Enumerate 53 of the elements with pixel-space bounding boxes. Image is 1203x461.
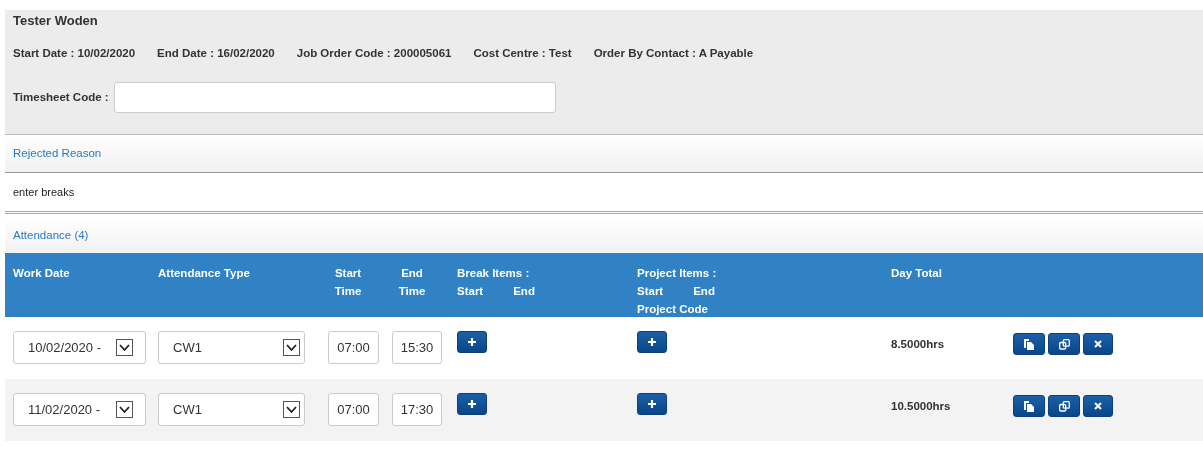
time-input[interactable]: 07:00 [328,331,379,364]
plus-icon [648,338,656,346]
column-header: Work Date [13,266,71,281]
duplicate-button[interactable] [1048,333,1080,355]
time-input[interactable]: 07:00 [328,393,379,426]
column-subheader: Start [457,284,484,299]
section-title[interactable]: Attendance (4) [13,226,89,245]
time-input[interactable]: 15:30 [392,331,442,364]
copy-icon [1024,338,1034,350]
column-subheader: End [693,284,715,299]
column-header: Attendance Type [158,266,251,281]
delete-button[interactable] [1083,395,1113,417]
detail-text: End Date : 16/02/2020 [157,45,275,61]
detail-text: Order By Contact : A Payable [593,45,754,61]
date-select[interactable]: 10/02/2020 - [13,331,146,364]
column-subheader: Start [637,284,664,299]
column-header: Start Time [333,266,363,299]
day-total: 10.5000hrs [891,399,952,414]
detail-text: Start Date : 10/02/2020 [13,45,136,61]
day-total: 8.5000hrs [891,337,946,352]
plus-icon [468,400,476,408]
plus-icon [468,338,476,346]
duplicate-button[interactable] [1048,395,1080,417]
add-project-button[interactable] [637,331,667,353]
column-header: Break Items : [457,266,531,281]
column-header: End Time [397,266,427,299]
add-break-button[interactable] [457,331,487,353]
column-header: Day Total [891,266,943,281]
input-field[interactable] [113,81,556,113]
copy-button[interactable] [1013,395,1045,417]
close-icon [1094,402,1102,410]
add-project-button[interactable] [637,393,667,415]
type-select[interactable]: CW1 [158,331,305,364]
copy-button[interactable] [1013,333,1045,355]
worker-name: Tester Woden [13,12,99,30]
duplicate-icon [1058,400,1070,412]
detail-text: Cost Centre : Test [473,45,572,61]
duplicate-icon [1058,338,1070,350]
close-icon [1094,340,1102,348]
reason-text: enter breaks [13,184,75,200]
column-subheader: Project Code [637,302,709,317]
copy-icon [1024,400,1034,412]
type-select[interactable]: CW1 [158,393,305,426]
time-input[interactable]: 17:30 [392,393,442,426]
column-subheader: End [513,284,535,299]
field-label: Timesheet Code : [13,89,109,105]
section-title[interactable]: Rejected Reason [13,144,102,163]
plus-icon [648,400,656,408]
detail-text: Job Order Code : 200005061 [296,45,452,61]
column-header: Project Items : [637,266,718,281]
add-break-button[interactable] [457,393,487,415]
delete-button[interactable] [1083,333,1113,355]
date-select[interactable]: 11/02/2020 - [13,393,146,426]
